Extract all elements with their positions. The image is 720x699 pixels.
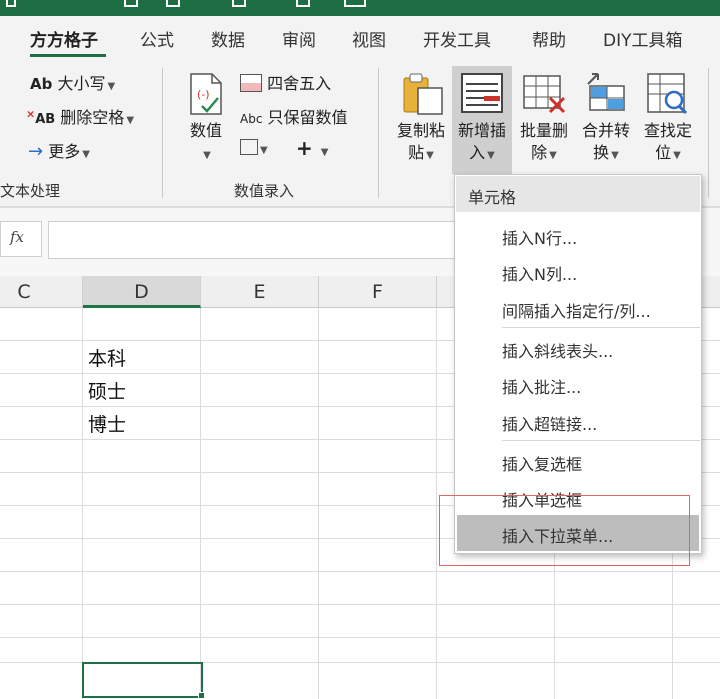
active-cell[interactable] [82,662,203,698]
menu-divider [502,440,700,441]
cell-d4[interactable]: 硕士 [88,377,126,404]
tab-developer[interactable]: 开发工具 [423,26,491,51]
plus-icon: + [296,136,313,160]
case-label: 大小写 [57,74,106,93]
batch-delete-icon [522,72,568,120]
find-locate-button[interactable]: 查找定位 ▼ [640,120,696,167]
remove-spaces-icon: ×AB [26,107,56,127]
menu-item-insert-n-columns[interactable]: 插入N列... [455,253,701,289]
case-icon: Ab [30,75,53,93]
window-icon[interactable] [344,0,366,7]
case-button[interactable]: Ab 大小写 ▼ [30,70,115,94]
tab-view[interactable]: 视图 [352,26,386,51]
touch-mode-icon[interactable] [296,0,310,7]
column-header-e[interactable]: E [201,276,319,308]
copy-paste-button[interactable]: 复制粘贴 ▼ [394,120,448,167]
round-button[interactable]: 四舍五入 [240,70,331,94]
chevron-down-icon: ▼ [320,147,329,158]
keep-values-icon: Abc [240,112,263,126]
chevron-down-icon: ▼ [487,150,495,161]
menu-item-insert-diagonal-header[interactable]: 插入斜线表头... [455,330,701,366]
fx-icon: fx [10,228,25,246]
text-processing-group-label: 文本处理 [0,182,61,200]
undo-icon[interactable] [166,0,180,7]
chevron-down-icon: ▼ [107,81,116,92]
column-header-d[interactable]: D [83,276,201,308]
column-header-c[interactable]: C [0,276,83,308]
chevron-down-icon: ▼ [611,150,619,161]
merge-convert-button[interactable]: 合并转换 ▼ [578,120,634,167]
menu-item-insert-n-rows[interactable]: 插入N行... [455,217,701,253]
remove-spaces-label: 删除空格 [60,108,125,127]
tab-review[interactable]: 审阅 [282,26,316,51]
formula-input[interactable] [48,221,468,259]
value-icon: (-) [188,72,224,120]
insert-icon [460,72,504,120]
find-locate-icon [646,72,690,120]
chevron-down-icon: ▼ [673,150,681,161]
round-label: 四舍五入 [267,74,332,93]
insert-button[interactable]: 新增插入 ▼ [454,120,510,167]
tab-diy-toolbox[interactable]: DIY工具箱 [603,26,683,51]
cell-d3[interactable]: 本科 [88,344,126,371]
keep-values-button[interactable]: Abc 只保留数值 [240,104,348,128]
cell-d5[interactable]: 博士 [88,410,126,437]
menu-item-insert-comment[interactable]: 插入批注... [455,366,701,402]
merge-convert-icon [584,70,628,118]
group-separator [378,68,379,198]
chevron-down-icon: ▼ [126,115,135,126]
number-entry-group-label: 数值录入 [234,182,295,200]
chevron-down-icon: ▼ [260,145,268,156]
edit-button[interactable]: ▼ [240,138,268,157]
remove-spaces-button[interactable]: ×AB 删除空格 ▼ [26,104,134,128]
group-separator [708,68,709,198]
redo-icon[interactable] [232,0,246,7]
group-separator [162,68,163,198]
paste-icon [402,72,446,120]
annotation-highlight-box [439,495,690,566]
insert-function-button[interactable]: fx [0,221,42,257]
chevron-down-icon: ▼ [426,150,434,161]
menu-divider [502,327,700,328]
menu-section-header: 单元格 [456,176,700,212]
chevron-down-icon: ▼ [549,150,557,161]
menu-item-interval-insert[interactable]: 间隔插入指定行/列... [455,290,701,326]
column-header-f[interactable]: F [319,276,437,308]
round-icon [240,74,262,92]
quick-access-icon[interactable] [6,0,16,7]
add-button[interactable]: + ▼ [296,136,328,160]
chevron-down-icon: ▼ [203,150,211,161]
keep-values-label: 只保留数值 [267,108,348,127]
value-button[interactable]: 数值 ▼ [186,120,226,167]
active-tab-indicator [30,54,106,57]
more-button[interactable]: → 更多 ▼ [28,138,90,162]
tab-fangfanggezi[interactable]: 方方格子 [30,26,98,51]
tab-data[interactable]: 数据 [211,26,245,51]
svg-text:(-): (-) [197,88,210,101]
save-icon[interactable] [124,0,138,7]
title-bar [0,0,720,16]
menu-item-insert-hyperlink[interactable]: 插入超链接... [455,403,701,439]
chevron-down-icon: ▼ [82,149,90,160]
menu-item-insert-checkbox[interactable]: 插入复选框 [455,443,701,479]
more-label: 更多 [48,142,81,161]
tab-help[interactable]: 帮助 [532,26,566,51]
edit-icon [240,139,258,155]
batch-delete-button[interactable]: 批量删除 ▼ [516,120,572,167]
tab-formulas[interactable]: 公式 [140,26,174,51]
fill-handle[interactable] [198,692,205,699]
arrow-right-icon: → [28,141,44,162]
ribbon-tabs: 方方格子 公式 数据 审阅 视图 开发工具 帮助 DIY工具箱 [0,16,720,62]
